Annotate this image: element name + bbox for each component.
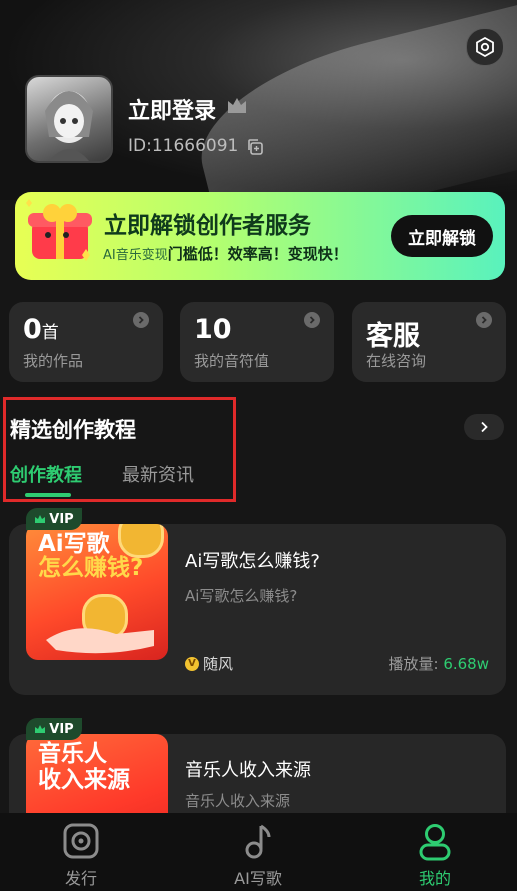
nav-label: AI写歌 [234,869,282,888]
verified-v-icon: V [185,656,199,671]
banner-subtitle: AI音乐变现门槛低！效率高！变现快！ [103,243,348,264]
gift-box-icon [26,199,92,261]
crown-icon [35,725,46,733]
card-subtitle: 音乐人收入来源 [185,792,291,810]
stat-customer-service[interactable]: 客服 在线咨询 [352,302,506,382]
stat-number: 0 [23,314,42,345]
stat-my-works[interactable]: 0首 我的作品 [9,302,163,382]
crown-icon [35,515,46,523]
active-tab-indicator [25,493,71,497]
stat-value: 客服 [366,314,420,353]
vip-label: VIP [49,721,74,737]
play-count-value: 6.68w [443,655,489,673]
profile-icon [419,824,451,861]
stat-label: 我的音符值 [194,352,270,370]
nav-label: 发行 [64,869,97,888]
card-author: V 随风 [185,653,233,674]
banner-title: 立即解锁创作者服务 [104,213,311,239]
card-title: Ai写歌怎么赚钱? [185,551,320,572]
vip-label: VIP [49,511,74,527]
nav-label: 我的 [418,869,451,888]
banner-subtitle-highlight: 门槛低！效率高！变现快！ [167,245,348,263]
nav-mine[interactable]: 我的 [370,813,500,891]
stat-note-value[interactable]: 10 我的音符值 [180,302,334,382]
nav-ai-songwriting[interactable]: AI写歌 [193,813,323,891]
avatar[interactable] [25,75,113,163]
nav-release[interactable]: 发行 [16,813,146,891]
copy-icon[interactable] [246,138,264,156]
chevron-right-icon [476,312,492,328]
banner-subtitle-prefix: AI音乐变现 [103,248,168,263]
tab-news[interactable]: 最新资讯 [122,461,194,487]
vip-badge: VIP [26,508,82,530]
music-note-icon [245,824,271,859]
vip-badge: VIP [26,718,82,740]
stat-label: 在线咨询 [366,352,427,370]
stat-value: 10 [194,314,232,345]
card-subtitle: Ai写歌怎么赚钱? [185,587,298,605]
coin-icon [118,524,164,558]
hand-holding-coins-icon [46,628,154,654]
chevron-right-icon [133,312,149,328]
crown-icon [228,98,246,113]
chevron-right-icon [304,312,320,328]
stat-value: 0首 [23,314,59,345]
stat-number: 10 [194,314,232,345]
stat-unit: 首 [41,323,59,343]
stat-label: 我的作品 [23,352,84,370]
tab-tutorials[interactable]: 创作教程 [10,461,82,487]
tutorial-thumbnail: Ai写歌 怎么赚钱? [26,524,168,660]
avatar-character-image [45,91,93,161]
play-count-label: 播放量: [388,655,444,673]
chevron-right-icon [481,421,488,433]
unlock-button[interactable]: 立即解锁 [391,215,493,257]
stat-number: 客服 [366,321,420,352]
settings-hexagon-icon [476,37,494,57]
bottom-nav: 发行 AI写歌 我的 [0,813,517,891]
more-button[interactable] [464,414,504,440]
settings-button[interactable] [466,28,504,66]
login-title[interactable]: 立即登录 [128,93,216,125]
play-count: 播放量: 6.68w [389,653,490,674]
user-id: ID:11666091 [128,136,239,156]
thumbnail-line2: 收入来源 [38,767,130,793]
author-name: 随风 [203,655,234,673]
release-icon [63,823,99,859]
card-title: 音乐人收入来源 [185,760,311,781]
section-title: 精选创作教程 [10,418,136,442]
